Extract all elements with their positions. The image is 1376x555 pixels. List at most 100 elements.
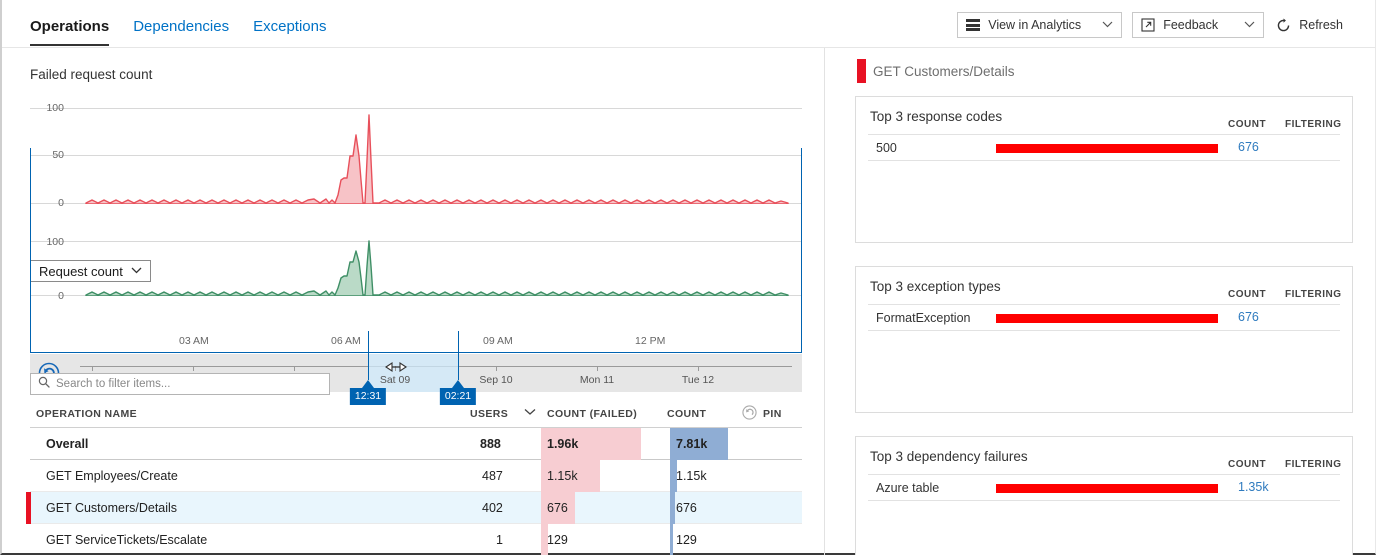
card-row-bar: [996, 484, 1218, 493]
view-in-analytics-label: View in Analytics: [988, 18, 1081, 32]
cell-operation-name: GET Employees/Create: [46, 469, 178, 483]
card-row-count[interactable]: 676: [1238, 310, 1259, 324]
scrubber-tick-2: [294, 366, 295, 371]
y-label-top-100: 100: [20, 102, 64, 114]
cell-users: 888: [480, 437, 501, 451]
view-in-analytics-button[interactable]: View in Analytics: [957, 12, 1122, 38]
feedback-label: Feedback: [1163, 18, 1218, 32]
card-col-filtering: Filtering: [1285, 459, 1342, 470]
analytics-grid-icon: [966, 19, 980, 31]
card-col-filtering: Filtering: [1285, 289, 1342, 300]
table-row[interactable]: GET Customers/Details 402 676 676: [30, 492, 802, 524]
card-row-label: FormatException: [876, 311, 970, 325]
card-row[interactable]: Azure table 1.35k: [868, 475, 1340, 501]
table-row[interactable]: Overall 888 1.96k 7.81k: [30, 428, 802, 460]
filter-search-box[interactable]: [30, 373, 330, 395]
pin-glyph: [742, 405, 757, 420]
card-col-count: Count: [1228, 289, 1266, 300]
scrubber-handle-start[interactable]: [368, 331, 369, 380]
scrubber-tick-1: [193, 366, 194, 371]
y-label-bottom-100: 100: [20, 236, 64, 248]
card-row-bar: [996, 314, 1218, 323]
x-tick-06am: 06 AM: [331, 335, 361, 347]
scrubber-tick-6: [698, 366, 699, 371]
chevron-down-glyph: [1102, 21, 1113, 28]
cell-count-failed: 676: [547, 501, 568, 515]
table-header-row: Operation name Users Count (Failed) Coun…: [30, 402, 802, 428]
scrubber-label-tue12: Tue 12: [682, 374, 714, 386]
table-row[interactable]: GET ServiceTickets/Escalate 1 129 129: [30, 524, 802, 555]
cell-users: 487: [482, 469, 503, 483]
refresh-label: Refresh: [1299, 18, 1343, 32]
card-row[interactable]: 500 676: [868, 135, 1340, 161]
cell-count-failed: 1.96k: [547, 437, 578, 451]
search-icon: [38, 375, 50, 393]
cell-users: 402: [482, 501, 503, 515]
left-panel: Failed request count 100 50 0 Request co…: [2, 48, 824, 555]
col-users[interactable]: Users: [470, 408, 508, 420]
col-count[interactable]: Count: [667, 408, 706, 420]
table-row[interactable]: GET Employees/Create 487 1.15k 1.15k: [30, 460, 802, 492]
failed-request-chart-title: Failed request count: [30, 67, 152, 82]
failed-request-area-series: [30, 100, 802, 204]
card-col-count: Count: [1228, 459, 1266, 470]
card-row-bar: [996, 144, 1218, 153]
count-bar: [670, 524, 673, 555]
scrubber-tick-0: [92, 366, 93, 371]
feedback-button[interactable]: Feedback: [1132, 12, 1264, 38]
top-dependency-failures-card: Top 3 dependency failures Count Filterin…: [855, 436, 1353, 555]
request-count-chart: [30, 234, 802, 296]
card-col-count: Count: [1228, 119, 1266, 130]
refresh-button[interactable]: Refresh: [1274, 12, 1351, 38]
cell-count-failed: 129: [547, 533, 568, 547]
toolbar: View in Analytics Feedback: [957, 12, 1351, 38]
scrubber-tick-5: [597, 366, 598, 371]
chart-frame-right: [801, 148, 802, 353]
col-pin[interactable]: Pin: [763, 408, 782, 420]
x-tick-03am: 03 AM: [179, 335, 209, 347]
card-row-label: Azure table: [876, 481, 939, 495]
top-exception-types-card: Top 3 exception types Count Filtering Fo…: [855, 266, 1353, 413]
cell-users: 1: [496, 533, 503, 547]
cell-operation-name: GET ServiceTickets/Escalate: [46, 533, 207, 547]
tab-dependencies[interactable]: Dependencies: [133, 18, 229, 46]
sort-chevron-icon[interactable]: [524, 407, 536, 419]
scrubber-label-sep10: Sep 10: [479, 374, 512, 386]
col-operation-name[interactable]: Operation name: [36, 408, 137, 420]
cell-count: 7.81k: [676, 437, 707, 451]
card-row-label: 500: [876, 141, 897, 155]
y-label-bottom-0: 0: [20, 290, 64, 302]
resize-arrows-glyph: [379, 361, 413, 373]
card-row-count[interactable]: 676: [1238, 140, 1259, 154]
scrubber-handle-end-arrow[interactable]: [452, 380, 464, 388]
scrubber-handle-end[interactable]: [458, 331, 459, 380]
chart-frame-left: [30, 148, 31, 353]
x-tick-12pm: 12 PM: [635, 335, 665, 347]
selected-operation-marker: [857, 59, 866, 83]
operations-table: Operation name Users Count (Failed) Coun…: [30, 402, 802, 555]
search-input[interactable]: [56, 378, 322, 390]
tab-list: Operations Dependencies Exceptions: [30, 18, 326, 46]
chevron-down-icon: [1102, 20, 1113, 31]
external-link-glyph: [1141, 18, 1155, 32]
col-count-failed[interactable]: Count (Failed): [547, 408, 637, 420]
tab-operations[interactable]: Operations: [30, 18, 109, 46]
cell-count: 1.15k: [676, 469, 707, 483]
card-row[interactable]: FormatException 676: [868, 305, 1340, 331]
card-title: Top 3 response codes: [870, 109, 1002, 124]
cell-count: 676: [676, 501, 697, 515]
refresh-glyph: [1276, 18, 1291, 33]
top-response-codes-card: Top 3 response codes Count Filtering 500…: [855, 96, 1353, 243]
card-row-count[interactable]: 1.35k: [1238, 480, 1269, 494]
cell-operation-name: Overall: [46, 437, 88, 451]
tab-exceptions[interactable]: Exceptions: [253, 18, 326, 46]
scrubber-tick-4: [496, 366, 497, 371]
resize-cursor-icon: [379, 361, 413, 376]
count-bar: [670, 492, 675, 524]
failures-blade: Operations Dependencies Exceptions View …: [0, 0, 1376, 555]
scrubber-handle-start-arrow[interactable]: [362, 380, 374, 388]
tab-bar: Operations Dependencies Exceptions View …: [2, 0, 1375, 48]
selected-operation-title: GET Customers/Details: [873, 64, 1015, 79]
card-col-filtering: Filtering: [1285, 119, 1342, 130]
pin-icon[interactable]: [742, 405, 757, 423]
